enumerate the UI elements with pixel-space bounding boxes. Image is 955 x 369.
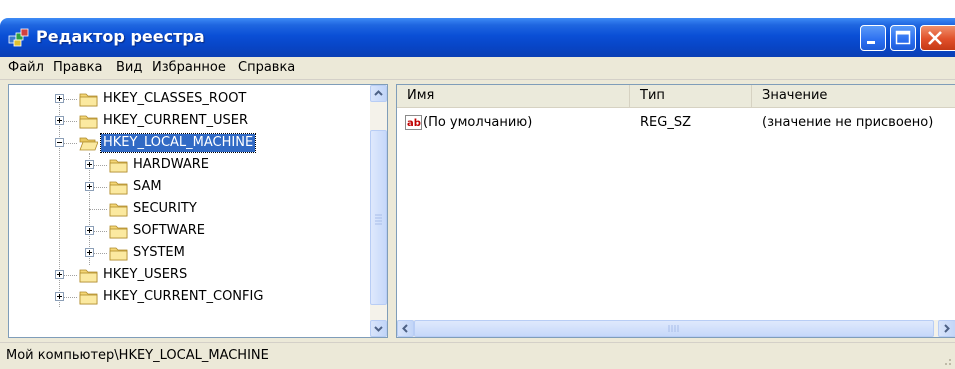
- maximize-icon: [895, 30, 911, 45]
- close-button[interactable]: [920, 25, 955, 51]
- list-item[interactable]: ab (По умолчанию) REG_SZ (значение не пр…: [397, 113, 955, 133]
- svg-text:ab: ab: [407, 118, 421, 129]
- client-area: HKEY_CLASSES_ROOT HKEY_CURRENT_USER HKEY…: [0, 80, 955, 342]
- tree-item-current-config[interactable]: HKEY_CURRENT_CONFIG: [9, 287, 369, 309]
- column-type[interactable]: Тип: [630, 85, 752, 107]
- tree-item-label: HKEY_CURRENT_CONFIG: [103, 289, 264, 304]
- chevron-down-icon: [374, 326, 383, 332]
- tree-item-label: SYSTEM: [133, 245, 185, 260]
- tree-item-label: HKEY_CURRENT_USER: [103, 113, 249, 128]
- tree-item-users[interactable]: HKEY_USERS: [9, 265, 369, 287]
- values-list[interactable]: Имя Тип Значение ab (По умолчанию) REG_S…: [396, 84, 955, 338]
- status-bar: Мой компьютер\HKEY_LOCAL_MACHINE: [0, 342, 955, 369]
- menu-favorites[interactable]: Избранное: [152, 60, 226, 75]
- scroll-down-button[interactable]: [370, 320, 387, 337]
- grip-icon: [668, 325, 679, 332]
- chevron-right-icon: [944, 324, 950, 333]
- tree-item-label: HKEY_USERS: [103, 267, 188, 282]
- expand-toggle[interactable]: [55, 292, 64, 301]
- tree-item-label: SAM: [133, 179, 162, 194]
- menu-bar: Файл Правка Вид Избранное Справка: [0, 57, 955, 80]
- resize-grip-icon[interactable]: [939, 353, 953, 367]
- expand-toggle[interactable]: [85, 182, 94, 191]
- tree-vertical-scrollbar[interactable]: [370, 85, 387, 337]
- status-path: Мой компьютер\HKEY_LOCAL_MACHINE: [6, 348, 269, 363]
- folder-icon: [79, 93, 98, 107]
- value-name: (По умолчанию): [423, 115, 533, 130]
- scroll-up-button[interactable]: [370, 85, 387, 102]
- expand-toggle[interactable]: [85, 248, 94, 257]
- tree-item-system[interactable]: SYSTEM: [9, 243, 369, 265]
- folder-icon: [109, 159, 128, 173]
- close-icon: [928, 31, 942, 45]
- title-bar[interactable]: Редактор реестра: [0, 18, 955, 57]
- folder-icon: [109, 247, 128, 261]
- open-folder-icon: [79, 137, 98, 151]
- folder-icon: [79, 115, 98, 129]
- key-tree[interactable]: HKEY_CLASSES_ROOT HKEY_CURRENT_USER HKEY…: [8, 84, 388, 338]
- regedit-icon: [8, 28, 29, 47]
- expand-toggle[interactable]: [55, 94, 64, 103]
- tree-item-sam[interactable]: SAM: [9, 177, 369, 199]
- expand-toggle[interactable]: [55, 116, 64, 125]
- collapse-toggle[interactable]: [55, 138, 64, 147]
- menu-file[interactable]: Файл: [8, 60, 44, 75]
- scroll-thumb[interactable]: [370, 130, 387, 305]
- tree-item-hardware[interactable]: HARDWARE: [9, 155, 369, 177]
- chevron-left-icon: [402, 324, 408, 333]
- tree-item-label: SECURITY: [133, 201, 197, 216]
- scroll-right-button[interactable]: [938, 320, 955, 337]
- chevron-up-icon: [374, 90, 383, 96]
- grip-icon: [375, 214, 382, 225]
- tree-item-label: HARDWARE: [133, 157, 209, 172]
- expand-toggle[interactable]: [55, 270, 64, 279]
- tree-item-label: SOFTWARE: [133, 223, 205, 238]
- tree-item-local-machine[interactable]: HKEY_LOCAL_MACHINE: [9, 133, 369, 155]
- menu-edit[interactable]: Правка: [53, 60, 102, 75]
- tree-item-classes-root[interactable]: HKEY_CLASSES_ROOT: [9, 89, 369, 111]
- expand-toggle[interactable]: [85, 226, 94, 235]
- menu-help[interactable]: Справка: [238, 60, 295, 75]
- tree-item-security[interactable]: SECURITY: [9, 199, 369, 221]
- tree-item-label: HKEY_LOCAL_MACHINE: [99, 133, 257, 153]
- folder-icon: [109, 181, 128, 195]
- list-horizontal-scrollbar[interactable]: [397, 320, 955, 337]
- folder-icon: [109, 203, 128, 217]
- minimize-icon: [867, 41, 875, 44]
- expand-toggle[interactable]: [85, 160, 94, 169]
- folder-icon: [79, 269, 98, 283]
- scroll-thumb[interactable]: [414, 320, 934, 337]
- maximize-button[interactable]: [890, 25, 916, 51]
- scroll-left-button[interactable]: [397, 320, 414, 337]
- value-data: (значение не присвоено): [762, 115, 934, 130]
- value-type: REG_SZ: [640, 115, 691, 130]
- menu-view[interactable]: Вид: [116, 60, 142, 75]
- window-title: Редактор реестра: [36, 27, 205, 46]
- minimize-button[interactable]: [860, 25, 886, 51]
- tree-item-label: HKEY_CLASSES_ROOT: [103, 91, 247, 106]
- column-name[interactable]: Имя: [397, 85, 630, 107]
- tree-item-current-user[interactable]: HKEY_CURRENT_USER: [9, 111, 369, 133]
- column-value[interactable]: Значение: [752, 85, 955, 107]
- string-value-icon: ab: [405, 115, 422, 130]
- tree-item-software[interactable]: SOFTWARE: [9, 221, 369, 243]
- folder-icon: [79, 291, 98, 305]
- list-header: Имя Тип Значение: [397, 85, 955, 108]
- folder-icon: [109, 225, 128, 239]
